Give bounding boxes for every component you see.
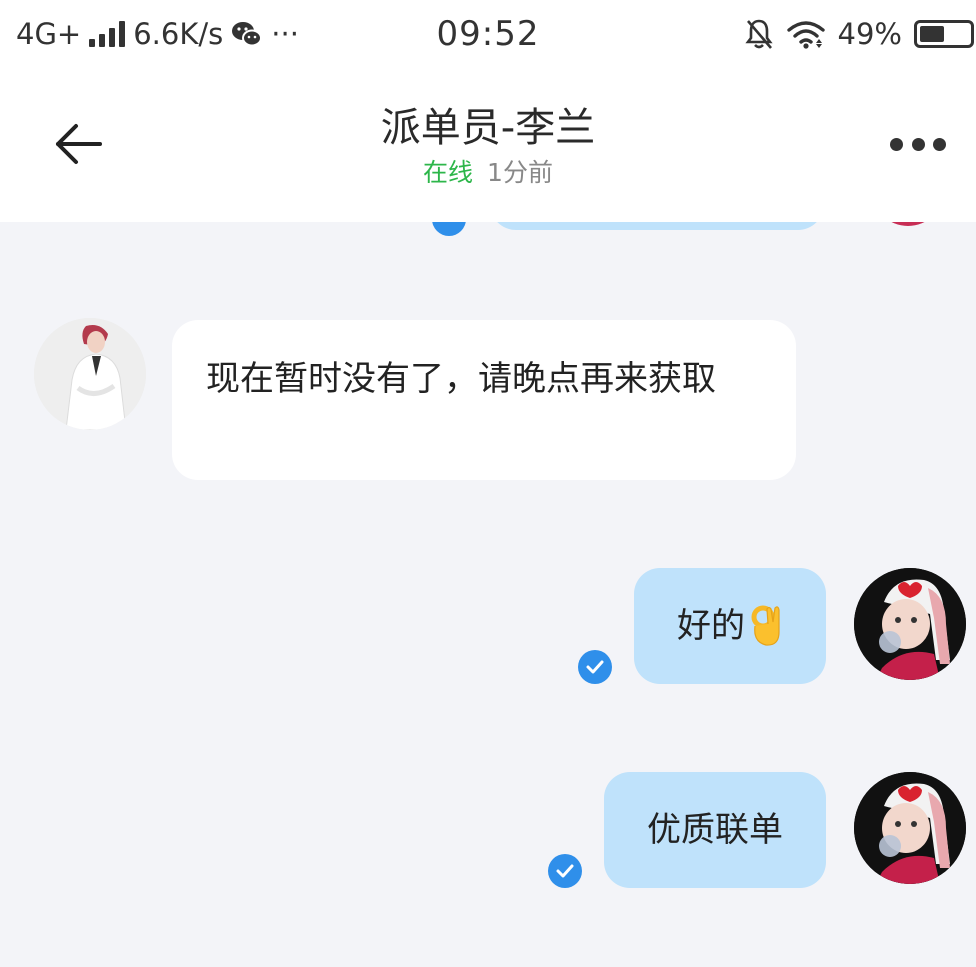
outgoing-message-bubble[interactable]: 好的 [634,568,826,684]
contact-name: 派单员-李兰 [380,105,596,151]
bell-off-icon [744,19,773,49]
wifi-icon [786,21,825,49]
message-text: 现在暂时没有了，请晚点再来获取 [206,359,716,399]
more-options-button[interactable] [890,126,946,162]
chat-header: 派单员-李兰 在线 1分前 [0,70,976,222]
message-text: 好的 [677,606,745,646]
my-avatar[interactable] [854,772,966,884]
read-check-icon [548,854,582,888]
incoming-message-bubble[interactable]: 现在暂时没有了，请晚点再来获取 [172,320,796,480]
read-check-icon [432,222,466,236]
contact-status: 在线 1分前 [0,156,976,190]
outgoing-message-bubble[interactable]: 优质联单 [604,772,826,888]
person-icon [34,318,146,430]
avatar-illustration-icon [854,568,966,680]
dot-icon [890,137,903,151]
online-status: 在线 [423,158,474,187]
battery-percent: 49% [837,17,902,51]
avatar [872,222,944,226]
battery-icon [914,20,974,48]
message-list[interactable]: 现在暂时没有了，请晚点再来获取 好的 优质联单 [0,222,976,967]
contact-avatar[interactable] [34,318,146,430]
previous-message-bubble[interactable] [490,222,824,230]
ok-hand-emoji-icon [751,605,780,646]
battery-level [920,26,944,42]
dot-icon [933,137,946,151]
read-check-icon [578,650,612,684]
status-bar: 4G+ 6.6K/s ··· 09:52 49% [0,0,976,70]
dot-icon [911,137,925,151]
last-seen: 1分前 [487,158,553,187]
message-text: 优质联单 [647,810,783,850]
status-right: 49% [744,14,974,54]
avatar-illustration-icon [854,772,966,884]
my-avatar[interactable] [854,568,966,680]
